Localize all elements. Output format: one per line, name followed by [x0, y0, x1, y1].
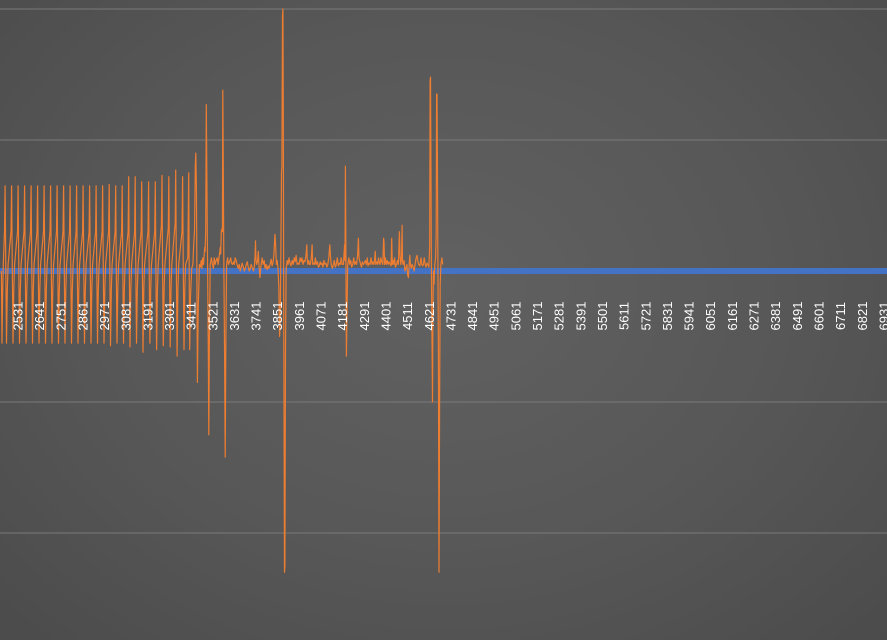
x-tick-label: 5281	[552, 302, 567, 331]
x-tick-label: 4841	[465, 302, 480, 331]
x-tick-label: 6491	[790, 302, 805, 331]
x-tick-label: 5721	[638, 302, 653, 331]
series-layer	[0, 8, 887, 573]
x-tick-labels: 2531 2641 2751 2861 2971 3081 3191 3301 3411 3521…	[10, 302, 887, 331]
x-tick-label: 4181	[335, 302, 350, 331]
x-tick-label: 6271	[747, 302, 762, 331]
line-chart: 2531 2641 2751 2861 2971 3081 3191 3301 3411 3521…	[0, 8, 887, 573]
x-tick-label: 5171	[530, 302, 545, 331]
x-tick-label: 4401	[378, 302, 393, 331]
chart-area: 2531 2641 2751 2861 2971 3081 3191 3301 3411 3521…	[0, 0, 887, 640]
x-tick-label: 6601	[811, 302, 826, 331]
x-tick-label: 4291	[357, 302, 372, 331]
x-tick-label: 5611	[617, 302, 632, 330]
x-tick-label: 6821	[855, 302, 870, 331]
x-tick-label: 3851	[270, 302, 285, 331]
x-tick-label: 3521	[205, 302, 220, 331]
x-tick-label: 3411	[184, 302, 199, 330]
x-tick-label: 3081	[119, 302, 134, 331]
x-tick-label: 2861	[75, 302, 90, 331]
x-tick-label: 6161	[725, 302, 740, 331]
x-tick-label: 2531	[10, 302, 25, 331]
x-tick-label: 4951	[487, 302, 502, 331]
x-tick-label: 4511	[400, 302, 415, 330]
x-tick-label: 5501	[595, 302, 610, 331]
x-tick-label: 4071	[314, 302, 329, 331]
x-tick-label: 5831	[660, 302, 675, 331]
x-tick-label: 2751	[54, 302, 69, 331]
x-tick-label: 2971	[97, 302, 112, 331]
x-tick-label: 5061	[508, 302, 523, 331]
x-tick-label: 5391	[573, 302, 588, 331]
x-tick-label: 3961	[292, 302, 307, 331]
x-tick-label: 6381	[768, 302, 783, 331]
x-tick-label: 5941	[682, 302, 697, 331]
x-tick-label: 6931	[876, 302, 887, 331]
x-tick-label: 4731	[443, 302, 458, 331]
x-tick-label: 3631	[227, 302, 242, 331]
x-tick-label: 4621	[422, 302, 437, 331]
x-tick-label: 2641	[32, 302, 47, 331]
x-tick-label: 3741	[249, 302, 264, 331]
x-tick-label: 3191	[140, 302, 155, 331]
x-tick-label: 6711	[833, 302, 848, 330]
x-tick-label: 6051	[703, 302, 718, 331]
x-tick-label: 3301	[162, 302, 177, 331]
series-line-orange	[0, 8, 444, 573]
